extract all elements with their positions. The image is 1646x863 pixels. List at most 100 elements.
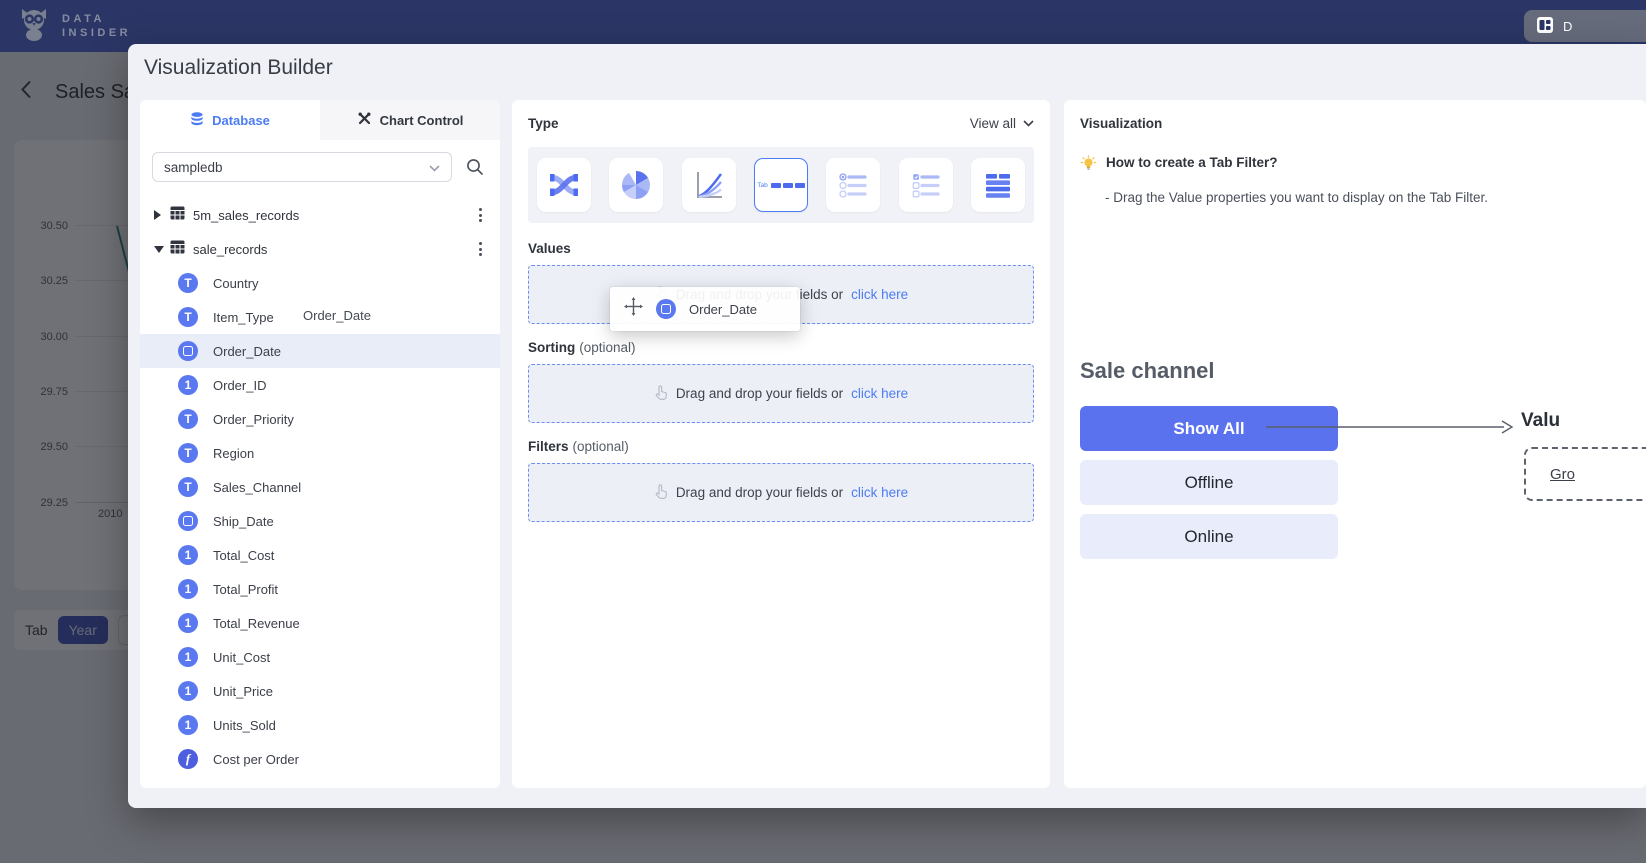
tab-database[interactable]: Database <box>140 100 320 140</box>
annotation-group-label[interactable]: Gro <box>1550 466 1575 483</box>
visualization-builder-modal: Visualization Builder Database <box>128 44 1646 808</box>
field-label: Sales_Channel <box>213 480 301 495</box>
dashboard-button-label: D <box>1563 19 1572 34</box>
tree-node-5m-sales-records[interactable]: 5m_sales_records <box>140 198 500 232</box>
field-total-profit[interactable]: 1 Total_Profit <box>140 572 500 606</box>
field-label: Order_Priority <box>213 412 294 427</box>
dropzone-click-here-link[interactable]: click here <box>851 485 908 500</box>
filters-dropzone[interactable]: Drag and drop your fields or click here <box>528 463 1034 522</box>
field-label: Ship_Date <box>213 514 274 529</box>
screen: DATA INSIDER D Sales Sa 30. <box>0 0 1646 863</box>
owl-logo-icon <box>16 6 52 47</box>
type-tile-line-chart[interactable] <box>682 158 736 212</box>
chevron-down-icon <box>429 160 440 175</box>
filters-label: Filters <box>528 439 569 454</box>
database-select-value: sampledb <box>164 160 223 175</box>
tab-chart-control-label: Chart Control <box>380 113 464 128</box>
table-icon <box>170 240 185 259</box>
visualization-header: Visualization <box>1080 116 1630 131</box>
caret-right-icon[interactable] <box>154 210 170 220</box>
tab-database-label: Database <box>212 113 270 128</box>
table-chart-icon <box>981 168 1015 202</box>
field-total-revenue[interactable]: 1 Total_Revenue <box>140 606 500 640</box>
node-menu-icon[interactable] <box>475 238 486 259</box>
text-field-icon: T <box>178 273 198 293</box>
field-total-cost[interactable]: 1 Total_Cost <box>140 538 500 572</box>
date-field-icon <box>178 511 198 531</box>
field-label: Total_Cost <box>213 548 274 563</box>
panel-tabs: Database Chart Control <box>140 100 500 140</box>
tools-icon <box>357 111 372 129</box>
search-icon[interactable] <box>466 158 484 176</box>
field-item-type[interactable]: T Item_Type <box>140 300 500 334</box>
number-field-icon: 1 <box>178 613 198 633</box>
table-icon <box>170 206 185 225</box>
filters-section-label: Filters(optional) <box>528 439 1034 454</box>
drag-chip-label: Order_Date <box>689 302 757 317</box>
sorting-dropzone[interactable]: Drag and drop your fields or click here <box>528 364 1034 423</box>
date-field-icon <box>656 299 676 319</box>
text-field-icon: T <box>178 307 198 327</box>
tree-node-label: sale_records <box>193 242 475 257</box>
field-order-id[interactable]: 1 Order_ID <box>140 368 500 402</box>
view-all-button[interactable]: View all <box>970 116 1034 131</box>
tab-chart-control[interactable]: Chart Control <box>320 100 500 140</box>
field-order-priority[interactable]: T Order_Priority <box>140 402 500 436</box>
tab-filter-icon-text: Tab <box>757 182 767 189</box>
caret-down-icon[interactable] <box>154 246 170 253</box>
type-tile-table-chart[interactable] <box>971 158 1025 212</box>
tab-filter-preview: Show All Offline Online <box>1080 406 1338 559</box>
database-select[interactable]: sampledb <box>152 152 452 182</box>
preview-button-online[interactable]: Online <box>1080 514 1338 559</box>
dropzone-click-here-link[interactable]: click here <box>851 287 908 302</box>
sorting-label: Sorting <box>528 340 575 355</box>
field-unit-cost[interactable]: 1 Unit_Cost <box>140 640 500 674</box>
line-chart-icon <box>692 168 726 202</box>
field-label: Units_Sold <box>213 718 276 733</box>
tree-node-label: 5m_sales_records <box>193 208 475 223</box>
move-icon <box>624 297 643 321</box>
dropzone-text: Drag and drop your fields or <box>676 386 843 401</box>
type-tile-checkbox-filter[interactable] <box>899 158 953 212</box>
annotation-group-box[interactable]: Gro <box>1524 447 1646 501</box>
drag-chip-order-date[interactable]: Order_Date <box>610 287 800 331</box>
sankey-chart-icon <box>547 168 581 202</box>
field-sales-channel[interactable]: T Sales_Channel <box>140 470 500 504</box>
date-field-icon <box>178 341 198 361</box>
number-field-icon: 1 <box>178 375 198 395</box>
preview-button-offline[interactable]: Offline <box>1080 460 1338 505</box>
type-tile-pie-chart[interactable] <box>609 158 663 212</box>
field-ship-date[interactable]: Ship_Date <box>140 504 500 538</box>
database-tree: 5m_sales_records sale_records T Country <box>140 190 500 776</box>
sorting-optional-label: (optional) <box>579 340 635 355</box>
field-label: Order_ID <box>213 378 266 393</box>
field-units-sold[interactable]: 1 Units_Sold <box>140 708 500 742</box>
type-tile-radio-filter[interactable] <box>826 158 880 212</box>
modal-title: Visualization Builder <box>144 56 333 80</box>
pie-chart-icon <box>619 168 653 202</box>
field-label: Order_Date <box>213 344 281 359</box>
field-country[interactable]: T Country <box>140 266 500 300</box>
hand-pointer-icon <box>654 385 668 403</box>
database-icon <box>190 112 204 129</box>
preview-button-show-all[interactable]: Show All <box>1080 406 1338 451</box>
preview-chart-title: Sale channel <box>1080 358 1215 384</box>
field-cost-per-order[interactable]: f Cost per Order <box>140 742 500 776</box>
tab-filter-icon: Tab <box>757 182 804 189</box>
node-menu-icon[interactable] <box>475 204 486 225</box>
field-order-date[interactable]: Order_Date <box>140 334 500 368</box>
tree-node-sale-records[interactable]: sale_records <box>140 232 500 266</box>
field-label: Item_Type <box>213 310 274 325</box>
brand-text: DATA INSIDER <box>62 12 131 40</box>
visualization-panel: Visualization How to create a Tab F <box>1064 100 1646 788</box>
type-tile-sankey-chart[interactable] <box>537 158 591 212</box>
annotation-value-label: Valu <box>1521 410 1560 432</box>
field-unit-price[interactable]: 1 Unit_Price <box>140 674 500 708</box>
dropzone-click-here-link[interactable]: click here <box>851 386 908 401</box>
field-region[interactable]: T Region <box>140 436 500 470</box>
brand-logo[interactable]: DATA INSIDER <box>16 6 131 47</box>
type-tile-tab-filter[interactable]: Tab <box>754 158 808 212</box>
text-field-icon: T <box>178 409 198 429</box>
dashboard-button[interactable]: D <box>1524 10 1646 42</box>
number-field-icon: 1 <box>178 545 198 565</box>
